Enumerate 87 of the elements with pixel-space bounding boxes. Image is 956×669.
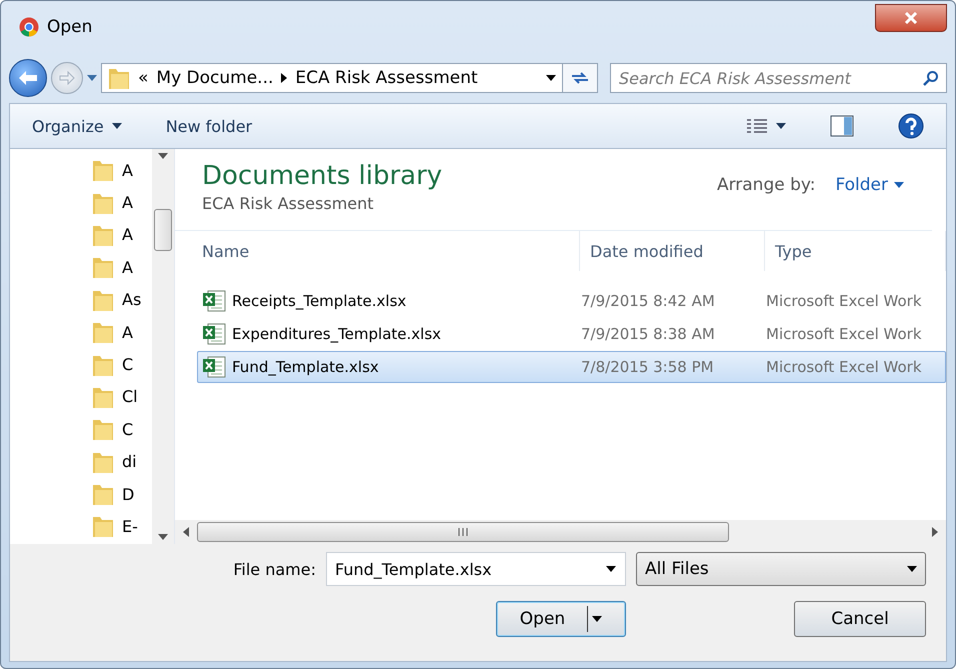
folder-tree-item[interactable]: E- xyxy=(92,510,152,543)
breadcrumb-overflow[interactable]: « xyxy=(138,68,148,88)
folder-tree-item[interactable]: A xyxy=(92,251,152,284)
close-icon xyxy=(904,12,918,24)
refresh-button[interactable] xyxy=(562,63,598,93)
spreadsheet-icon xyxy=(202,356,226,378)
chevron-right-icon xyxy=(281,73,288,83)
caret-icon xyxy=(776,123,786,129)
folder-tree-item[interactable]: D xyxy=(92,478,152,510)
scroll-right-icon xyxy=(932,527,938,537)
scroll-down-icon xyxy=(158,534,168,540)
dropdown-caret-icon xyxy=(546,75,556,81)
file-name: Receipts_Template.xlsx xyxy=(198,290,581,312)
type-cell-text: Microsoft Excel Work xyxy=(766,325,923,343)
list-view-icon xyxy=(746,118,768,134)
caret-icon xyxy=(592,616,602,622)
preview-pane-button[interactable] xyxy=(830,115,854,137)
address-bar[interactable]: « My Docume... ECA Risk Assessment xyxy=(101,63,563,93)
arrow-left-icon xyxy=(18,70,38,86)
search-icon xyxy=(923,70,939,86)
file-row[interactable]: Receipts_Template.xlsx 7/9/2015 8:42 AM Microsoft Excel Work xyxy=(197,285,946,317)
folder-tree-item[interactable]: di xyxy=(92,446,152,478)
column-header[interactable]: Date modified xyxy=(580,231,765,271)
help-icon xyxy=(898,113,924,139)
new-folder-button[interactable]: New folder xyxy=(166,116,252,136)
spreadsheet-icon xyxy=(202,323,226,345)
folder-tree-item[interactable]: Cl xyxy=(92,380,152,414)
file-name-field[interactable]: Fund_Template.xlsx xyxy=(326,552,626,586)
folder-icon xyxy=(92,482,114,506)
column-header[interactable]: Name xyxy=(175,231,580,271)
library-subtitle: ECA Risk Assessment xyxy=(202,194,375,213)
folder-icon xyxy=(92,417,114,442)
folder-tree-item[interactable]: C xyxy=(92,413,152,446)
spreadsheet-icon xyxy=(202,290,226,312)
date-cell-text: 7/9/2015 8:42 AM xyxy=(581,292,716,310)
file-type-dropdown[interactable]: All Files xyxy=(636,552,926,586)
type-cell-text: Microsoft Excel Work xyxy=(766,358,923,376)
caret-icon xyxy=(894,182,904,188)
file-name-label: File name: xyxy=(233,560,316,578)
folder-tree-item[interactable]: A xyxy=(92,154,152,186)
dropdown-caret-icon xyxy=(606,566,616,572)
caret-icon xyxy=(112,123,122,129)
grip-icon xyxy=(458,528,468,536)
view-options-button[interactable] xyxy=(746,118,786,134)
file-row[interactable]: Expenditures_Template.xlsx 7/9/2015 8:38 AM Microsoft Excel Work xyxy=(197,318,946,350)
file-row[interactable]: Fund_Template.xlsx 7/8/2015 3:58 PM Microsoft Excel Work xyxy=(197,351,946,383)
browser-logo-icon xyxy=(19,17,39,37)
library-title: Documents library xyxy=(202,161,442,191)
date-cell-text: 7/8/2015 3:58 PM xyxy=(581,358,715,376)
file-name: Fund_Template.xlsx xyxy=(198,356,581,378)
folder-icon xyxy=(92,514,114,538)
back-button[interactable] xyxy=(9,59,47,97)
history-caret-icon xyxy=(87,75,97,81)
folder-icon xyxy=(92,320,114,344)
column-header[interactable]: Type xyxy=(765,231,946,271)
help-button[interactable] xyxy=(898,113,924,139)
breadcrumb-segment[interactable]: My Docume... xyxy=(156,68,274,88)
folder-tree-item[interactable]: C xyxy=(92,348,152,381)
breadcrumb-segment[interactable]: ECA Risk Assessment xyxy=(295,68,478,88)
folder-tree-item[interactable]: A xyxy=(92,186,152,219)
arrange-label: Arrange by: xyxy=(716,175,816,195)
folder-tree-item[interactable]: A xyxy=(92,218,152,252)
folder-icon xyxy=(92,255,114,280)
scroll-up-icon xyxy=(158,153,168,159)
scroll-thumb[interactable] xyxy=(197,522,729,542)
dropdown-caret-icon xyxy=(907,566,917,572)
cancel-button[interactable]: Cancel xyxy=(794,601,926,637)
arrow-right-icon xyxy=(59,71,75,85)
scroll-left-icon xyxy=(183,527,189,537)
folder-icon xyxy=(108,66,130,90)
folder-tree-item[interactable]: As xyxy=(92,284,152,316)
organize-menu[interactable]: Organize xyxy=(32,116,122,136)
search-field[interactable]: Search ECA Risk Assessment xyxy=(610,63,947,93)
type-cell-text: Microsoft Excel Work xyxy=(766,292,923,310)
file-name: Expenditures_Template.xlsx xyxy=(198,323,581,345)
window-title: Open xyxy=(47,17,92,37)
refresh-arrows-icon xyxy=(570,70,590,86)
close-button[interactable] xyxy=(875,4,947,32)
open-button[interactable]: Open xyxy=(496,601,626,637)
vertical-scrollbar[interactable] xyxy=(152,149,174,544)
folder-tree-item[interactable]: A xyxy=(92,316,152,348)
arrange-dropdown[interactable]: Folder xyxy=(835,175,904,195)
folder-icon xyxy=(92,158,114,182)
scroll-thumb[interactable] xyxy=(154,209,172,251)
pane-icon xyxy=(830,115,854,137)
date-cell-text: 7/9/2015 8:38 AM xyxy=(581,325,716,343)
horizontal-scrollbar[interactable] xyxy=(175,520,946,544)
